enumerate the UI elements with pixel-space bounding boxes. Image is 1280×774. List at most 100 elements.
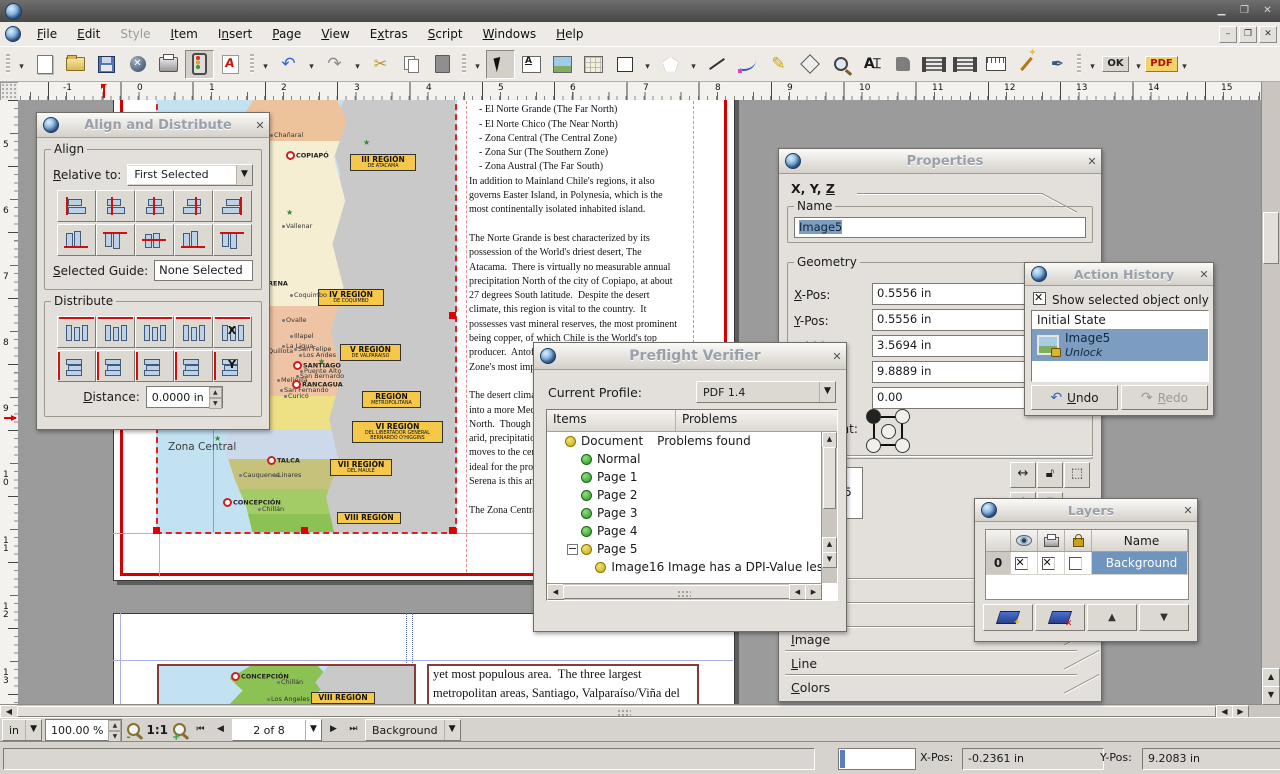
distribute-by-x-distance-button[interactable]: X — [213, 316, 252, 348]
preflight-titlebar[interactable]: Preflight Verifier ✕ — [534, 343, 846, 370]
item-name-field[interactable]: Image5 — [794, 217, 1086, 238]
menu-item[interactable]: Item — [160, 23, 207, 46]
copy-button[interactable] — [397, 50, 426, 79]
lock-size-button[interactable]: ⬚ — [1064, 462, 1090, 488]
mdi-window-button[interactable]: ✕ — [1259, 26, 1277, 43]
undo-dropdown[interactable] — [305, 50, 318, 79]
story-editor-tool[interactable] — [888, 50, 917, 79]
basepoint-bottom-right[interactable] — [895, 438, 910, 453]
select-item-tool[interactable] — [486, 50, 515, 79]
printable-checkbox[interactable] — [1042, 557, 1055, 570]
copy-item-properties-tool[interactable] — [1012, 50, 1041, 79]
preflight-results-list[interactable]: Items Problems Document Problems found N… — [546, 409, 838, 601]
align-dialog-titlebar[interactable]: Align and Distribute ✕ — [37, 113, 269, 138]
vertical-scrollbar[interactable]: ▲ ▼ — [1261, 82, 1280, 705]
locked-checkbox[interactable] — [1069, 557, 1082, 570]
cut-button[interactable]: ✂ — [366, 50, 395, 79]
scroll-up-button[interactable]: ▲ — [822, 537, 837, 553]
menu-script[interactable]: Script — [418, 23, 473, 46]
link-text-frames-tool[interactable] — [919, 50, 948, 79]
raise-layer-button[interactable]: ▲ — [1087, 604, 1137, 631]
distribute-right-sides-button[interactable] — [135, 316, 174, 348]
close-icon[interactable]: ✕ — [251, 119, 269, 132]
lock-object-button[interactable]: 🔓︎ — [1037, 462, 1063, 488]
paste-button[interactable] — [428, 50, 457, 79]
distribute-bottoms-button[interactable] — [57, 350, 96, 382]
first-page-button[interactable]: ⏮ — [192, 721, 209, 739]
visible-checkbox[interactable] — [1015, 557, 1028, 570]
scroll-left-button[interactable]: ◀ — [547, 584, 564, 600]
center-on-vertical-axis-button[interactable] — [135, 190, 174, 222]
zoom-out-button[interactable]: - — [125, 721, 143, 739]
zoom-tool[interactable] — [826, 50, 855, 79]
selection-handle-bottom-right[interactable] — [449, 527, 456, 534]
menu-page[interactable]: Page — [262, 23, 311, 46]
eye-dropper-tool[interactable]: ✒ — [1043, 50, 1072, 79]
add-layer-button[interactable] — [983, 604, 1033, 631]
distribute-centers-vertically-button[interactable] — [96, 350, 135, 382]
basepoint-bottom-left[interactable] — [866, 438, 881, 453]
list-vertical-scrollbar[interactable]: ▲ ▲ ▼ — [821, 432, 837, 583]
edit-text-tool[interactable] — [857, 50, 886, 79]
align-left-to-right-button[interactable] — [213, 190, 252, 222]
close-icon[interactable]: ✕ — [828, 350, 846, 363]
menu-style[interactable]: Style — [110, 23, 160, 46]
insert-table-tool[interactable] — [579, 50, 608, 79]
window-titlebar[interactable]: ▁ ❐ ✕ — [0, 0, 1280, 23]
menu-edit[interactable]: Edit — [67, 23, 110, 46]
file-tools-overflow[interactable] — [15, 50, 28, 79]
toolbar-grip[interactable] — [1074, 50, 1084, 79]
export-pdf-button[interactable] — [216, 50, 245, 79]
center-on-horizontal-axis-button[interactable] — [135, 224, 174, 256]
align-right-sides-button[interactable] — [174, 190, 213, 222]
pdf-push-button-tool[interactable]: OK — [1101, 50, 1130, 79]
page2-map-image-frame[interactable]: VIII REGIÓN CONCEPCIÓNChillánLos Angeles — [157, 664, 416, 705]
window-maximize-button[interactable]: ❐ — [1236, 3, 1253, 18]
page2-text-frame[interactable]: yet most populous area. The three larges… — [427, 664, 699, 705]
selection-handle-bottom-left[interactable] — [153, 527, 160, 534]
menu-insert[interactable]: Insert — [208, 23, 262, 46]
tab-line[interactable]: Line — [779, 650, 1101, 674]
align-bottom-edges-button[interactable] — [174, 224, 213, 256]
undo-button[interactable]: ↶Undo — [1031, 385, 1118, 410]
profile-selector[interactable]: PDF 1.4 ▼ — [696, 381, 836, 403]
action-history-titlebar[interactable]: Action History ✕ — [1025, 263, 1213, 286]
distribute-equal-vertical-gaps-button[interactable] — [174, 350, 213, 382]
zoom-in-button[interactable]: + — [171, 721, 189, 739]
insert-image-frame-tool[interactable] — [548, 50, 577, 79]
mdi-window-button[interactable]: ❐ — [1239, 26, 1257, 43]
layer-row-background[interactable]: 0 Background — [986, 552, 1188, 575]
toolbar-grip[interactable] — [3, 50, 13, 79]
distribute-by-y-distance-button[interactable]: Y — [213, 350, 252, 382]
pdf-field-dropdown[interactable] — [1178, 50, 1191, 79]
basepoint-top-right[interactable] — [895, 409, 910, 424]
layer-selector[interactable]: Background▼ — [365, 719, 461, 741]
page-selector[interactable]: 2 of 8▼ — [232, 719, 322, 741]
menu-windows[interactable]: Windows — [473, 23, 547, 46]
scroll-down-button[interactable]: ▼ — [822, 552, 837, 568]
mdi-window-button[interactable]: – — [1219, 26, 1237, 43]
window-close-button[interactable]: ✕ — [1259, 3, 1276, 18]
preflight-item-page3[interactable]: Page 3 — [547, 504, 837, 522]
basepoint-selector[interactable] — [866, 409, 910, 453]
selection-handle-bottom-center[interactable] — [301, 527, 308, 534]
zoom-level-spinbox[interactable]: 100.00 %▲▼ — [45, 719, 122, 741]
history-item-initial-state[interactable]: Initial State — [1032, 311, 1208, 329]
delete-layer-button[interactable] — [1035, 604, 1085, 631]
unit-selector[interactable]: in▼ — [2, 719, 42, 741]
distribute-tops-button[interactable] — [135, 350, 174, 382]
selection-handle-right-center[interactable] — [449, 312, 456, 319]
insert-line-tool[interactable] — [702, 50, 731, 79]
flip-horizontal-button[interactable]: ↔ — [1010, 462, 1036, 488]
scroll-right-button[interactable]: ▶ — [805, 584, 822, 600]
distribute-equal-horizontal-gaps-button[interactable] — [174, 316, 213, 348]
align-right-to-left-button[interactable] — [57, 190, 96, 222]
scroll-up-button[interactable]: ▲ — [822, 432, 837, 448]
pdf-button-dropdown[interactable] — [1132, 50, 1145, 79]
zoom-100-button[interactable]: 1:1 — [146, 723, 168, 737]
distribute-centers-horizontally-button[interactable] — [96, 316, 135, 348]
close-icon[interactable]: ✕ — [1179, 504, 1197, 517]
vertical-scrollbar-thumb[interactable] — [1263, 212, 1279, 264]
properties-titlebar[interactable]: Properties ✕ — [779, 149, 1101, 174]
pdf-tools-overflow[interactable] — [1086, 50, 1099, 79]
